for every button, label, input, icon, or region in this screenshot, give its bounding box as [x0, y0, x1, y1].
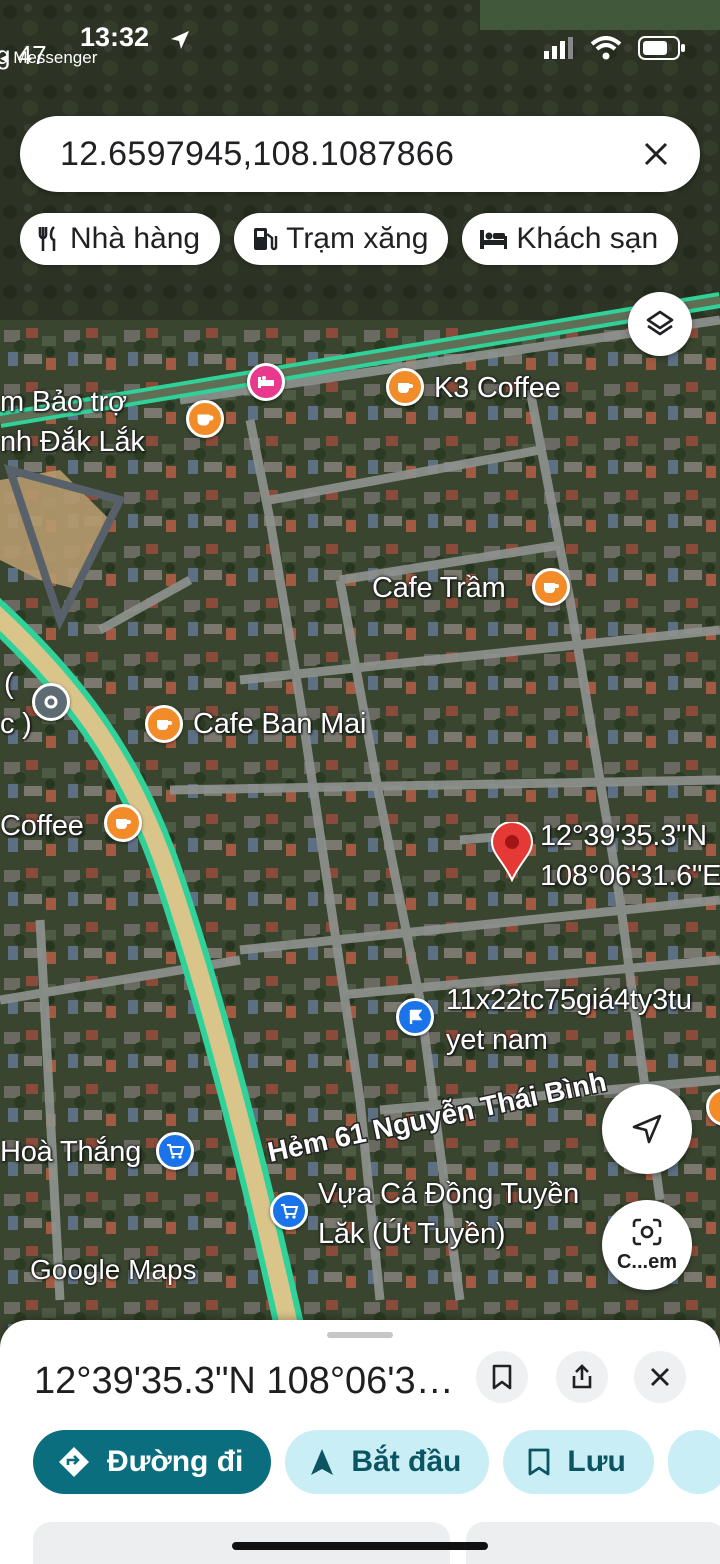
directions-icon	[59, 1447, 89, 1477]
place-bottom-sheet[interactable]: 12°39'35.3"N 108°06'31.6"E Đường đi Bắt …	[0, 1320, 720, 1564]
layers-button[interactable]	[628, 292, 692, 356]
chip-gas-stations-label: Trạm xăng	[286, 222, 429, 255]
poi-k3-coffee-icon[interactable]	[386, 368, 424, 406]
save-label: Lưu	[567, 1445, 626, 1478]
restaurant-icon	[38, 226, 56, 251]
signal-icon	[544, 37, 573, 59]
map-label-dak-lak: nh Đắk Lắk	[0, 426, 145, 458]
status-icons	[544, 36, 686, 60]
chip-hotels[interactable]: Khách sạn	[462, 213, 679, 265]
close-icon	[644, 142, 668, 166]
google-maps-logo: Google Maps	[30, 1254, 197, 1285]
directions-label: Đường đi	[107, 1445, 244, 1478]
chip-restaurants[interactable]: Nhà hàng	[20, 213, 221, 265]
share-icon	[572, 1364, 592, 1389]
chip-restaurants-label: Nhà hàng	[70, 222, 201, 255]
map-label-coffee[interactable]: Coffee	[0, 810, 84, 843]
location-arrow-icon	[171, 31, 189, 49]
pin-latitude-label: 12°39'35.3"N	[540, 820, 707, 852]
poi-cafe-tram-icon[interactable]	[532, 568, 570, 606]
poi-vua-ca-cart-icon[interactable]	[270, 1192, 308, 1230]
poi-listing-flag-icon[interactable]	[396, 998, 434, 1036]
camera-search-label: C...em	[616, 1250, 678, 1273]
close-sheet-button[interactable]	[634, 1351, 686, 1403]
gas-station-icon	[254, 228, 278, 251]
wifi-icon	[590, 36, 622, 60]
map-label-cafe-ban-mai[interactable]: Cafe Ban Mai	[193, 708, 367, 741]
map-label-k3-coffee[interactable]: K3 Coffee	[434, 372, 561, 405]
poi-coffee-icon[interactable]	[186, 400, 224, 438]
map-label-listing-line2[interactable]: yet nam	[446, 1024, 548, 1057]
poi-coffee-left-icon[interactable]	[104, 804, 142, 842]
map-label-bao-tro: m Bảo trợ	[0, 386, 127, 418]
place-title: 12°39'35.3"N 108°06'31.6"E	[34, 1360, 464, 1402]
poi-hotel-icon[interactable]	[247, 363, 285, 401]
navigation-arrow-icon	[632, 1114, 662, 1144]
pin-longitude-label: 108°06'31.6"E	[540, 860, 720, 892]
map-label-paren-close: c )	[0, 708, 32, 740]
start-label: Bắt đầu	[351, 1445, 462, 1478]
share-button[interactable]	[556, 1351, 608, 1403]
map-label-listing-line1[interactable]: 11x22tc75giá4ty3tu	[446, 984, 692, 1017]
preview-card-right[interactable]	[466, 1522, 720, 1564]
category-chips: Nhà hàng Trạm xăng Khách sạn	[20, 213, 679, 265]
map-label-paren-open: (	[4, 668, 14, 700]
map-label-hoa-thang[interactable]: Hoà Thắng	[0, 1136, 141, 1169]
navigation-icon	[311, 1449, 334, 1475]
poi-hoa-thang-cart-icon[interactable]	[156, 1132, 194, 1170]
layers-icon	[646, 310, 674, 336]
start-navigation-button[interactable]: Bắt đầu	[285, 1430, 490, 1494]
bookmark-button[interactable]	[476, 1351, 528, 1403]
hotel-icon	[480, 230, 508, 249]
bookmark-outline-icon	[528, 1448, 550, 1476]
poi-landmark-icon[interactable]	[32, 683, 70, 721]
map-label-cafe-tram[interactable]: Cafe Trầm	[372, 572, 506, 605]
clear-search-button[interactable]	[626, 124, 686, 184]
chip-hotels-label: Khách sạn	[516, 222, 659, 255]
save-button[interactable]: Lưu	[503, 1430, 654, 1494]
place-actions: Đường đi Bắt đầu Lưu	[33, 1430, 720, 1494]
battery-icon	[638, 36, 685, 60]
map-label-vua-ca-line2[interactable]: Lăk (Út Tuyền)	[318, 1218, 506, 1251]
camera-search-button[interactable]: C...em	[602, 1200, 692, 1290]
camera-lens-icon	[632, 1218, 662, 1245]
more-action-button[interactable]	[667, 1430, 720, 1494]
home-indicator	[232, 1542, 488, 1550]
dropped-pin-icon[interactable]	[490, 822, 534, 882]
search-input[interactable]: 12.6597945,108.1087866	[20, 135, 626, 174]
my-location-button[interactable]	[602, 1084, 692, 1174]
directions-button[interactable]: Đường đi	[33, 1430, 272, 1494]
back-to-messenger[interactable]: ◂ Messenger	[0, 48, 97, 68]
sheet-drag-handle[interactable]	[327, 1332, 393, 1338]
close-icon	[651, 1368, 669, 1386]
search-bar[interactable]: 12.6597945,108.1087866	[20, 116, 700, 192]
poi-cafe-ban-mai-icon[interactable]	[145, 705, 183, 743]
bookmark-icon	[492, 1364, 512, 1390]
chip-gas-stations[interactable]: Trạm xăng	[234, 213, 449, 265]
map-label-vua-ca-line1[interactable]: Vựa Cá Đồng Tuyền	[318, 1178, 579, 1211]
